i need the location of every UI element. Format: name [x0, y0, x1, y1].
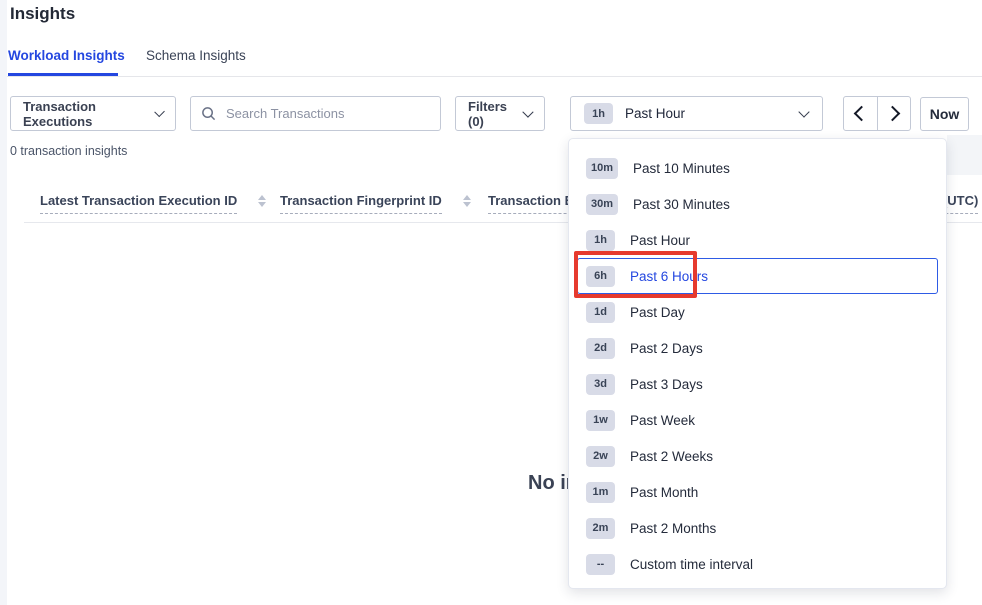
chevron-down-icon	[798, 106, 809, 117]
column-header-transaction-fingerprint-id[interactable]: Transaction Fingerprint ID	[280, 193, 471, 214]
time-range-select[interactable]: 1h Past Hour	[570, 96, 823, 131]
sort-icon[interactable]	[463, 195, 471, 207]
time-range-option[interactable]: 6h Past 6 Hours	[577, 258, 938, 294]
time-range-option[interactable]: 30m Past 30 Minutes	[569, 186, 946, 222]
time-range-option[interactable]: 1m Past Month	[569, 474, 946, 510]
time-option-badge: 30m	[586, 194, 618, 215]
time-option-label: Past 10 Minutes	[633, 161, 730, 176]
time-pager	[843, 96, 911, 131]
time-range-option[interactable]: 10m Past 10 Minutes	[569, 150, 946, 186]
tab-schema-insights[interactable]: Schema Insights	[146, 48, 246, 63]
page-title: Insights	[10, 4, 75, 24]
now-label: Now	[930, 106, 960, 122]
chevron-left-icon	[854, 106, 870, 122]
chevron-right-icon	[884, 106, 900, 122]
time-option-label: Past 2 Weeks	[630, 449, 713, 464]
time-range-option[interactable]: 2w Past 2 Weeks	[569, 438, 946, 474]
tabs-divider	[7, 76, 982, 77]
search-icon	[201, 106, 216, 121]
time-option-label: Past Day	[630, 305, 685, 320]
time-option-label: Past 30 Minutes	[633, 197, 730, 212]
time-range-option[interactable]: 3d Past 3 Days	[569, 366, 946, 402]
time-option-label: Past Hour	[630, 233, 690, 248]
background-strip	[947, 135, 982, 175]
filters-label: Filters (0)	[468, 99, 524, 129]
time-range-label: Past Hour	[625, 106, 800, 121]
time-option-badge: 2w	[586, 446, 615, 467]
time-option-badge: 1w	[586, 410, 615, 431]
time-range-option[interactable]: 1h Past Hour	[569, 222, 946, 258]
time-option-badge: 2m	[586, 518, 615, 539]
time-option-label: Custom time interval	[630, 557, 753, 572]
time-option-badge: 1h	[586, 230, 615, 251]
time-range-option[interactable]: 1d Past Day	[569, 294, 946, 330]
time-option-badge: 6h	[586, 266, 615, 287]
time-option-label: Past 2 Days	[630, 341, 703, 356]
sort-icon[interactable]	[258, 195, 266, 207]
left-gutter	[0, 0, 7, 605]
now-button[interactable]: Now	[920, 97, 969, 131]
time-option-badge: 1m	[586, 482, 615, 503]
tab-workload-insights[interactable]: Workload Insights	[8, 48, 125, 63]
time-range-option[interactable]: -- Custom time interval	[569, 546, 946, 582]
time-option-label: Past 3 Days	[630, 377, 703, 392]
time-option-label: Past 2 Months	[630, 521, 716, 536]
time-prev-button[interactable]	[844, 97, 877, 130]
time-option-label: Past Month	[630, 485, 698, 500]
search-input[interactable]	[224, 105, 430, 122]
insights-page: Insights Workload Insights Schema Insigh…	[0, 0, 982, 605]
view-type-select[interactable]: Transaction Executions	[10, 96, 176, 131]
insights-count: 0 transaction insights	[10, 144, 127, 158]
time-option-badge: 3d	[586, 374, 615, 395]
time-next-button[interactable]	[877, 97, 910, 130]
time-range-badge: 1h	[584, 103, 613, 124]
time-option-badge: --	[586, 554, 615, 575]
time-option-badge: 2d	[586, 338, 615, 359]
search-box[interactable]	[190, 96, 441, 131]
time-option-label: Past 6 Hours	[630, 269, 708, 284]
filters-button[interactable]: Filters (0)	[455, 96, 545, 131]
time-option-label: Past Week	[630, 413, 695, 428]
time-range-option[interactable]: 2d Past 2 Days	[569, 330, 946, 366]
time-option-badge: 10m	[586, 158, 618, 179]
view-type-label: Transaction Executions	[23, 99, 156, 129]
time-range-dropdown: 10m Past 10 Minutes 30m Past 30 Minutes …	[568, 138, 947, 589]
time-range-option-list: 10m Past 10 Minutes 30m Past 30 Minutes …	[569, 150, 946, 582]
time-option-badge: 1d	[586, 302, 615, 323]
column-header-latest-transaction-execution-id[interactable]: Latest Transaction Execution ID	[40, 193, 266, 214]
time-range-option[interactable]: 2m Past 2 Months	[569, 510, 946, 546]
time-range-option[interactable]: 1w Past Week	[569, 402, 946, 438]
